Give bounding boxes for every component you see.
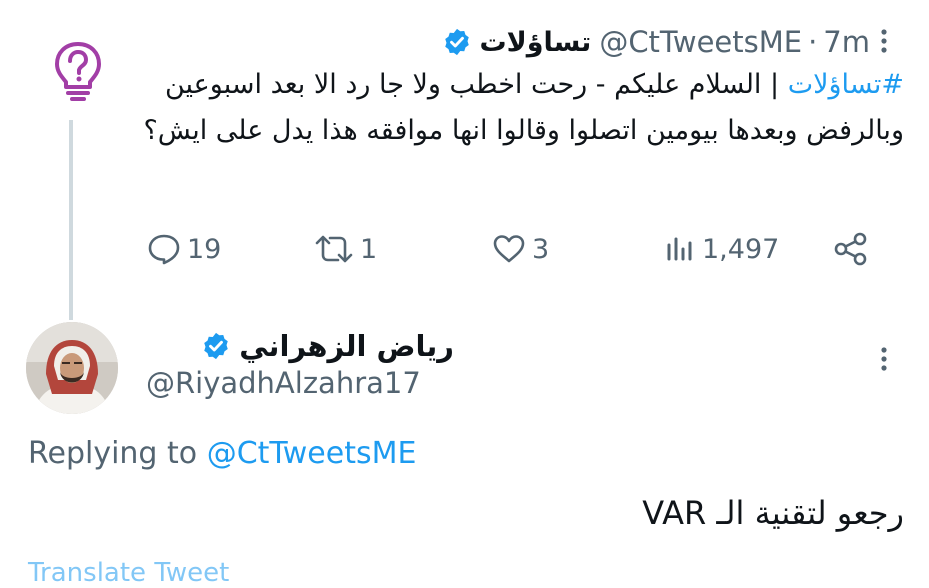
reply-author-display-name[interactable]: رياض الزهراني [239,329,454,363]
like-count: 3 [532,233,550,265]
replying-to-line: Replying to @CtTweetsME [28,436,416,471]
tweet-timestamp[interactable]: 7m [823,25,870,59]
verified-badge-icon [204,332,228,360]
share-button[interactable] [833,226,875,272]
reply-author-handle[interactable]: @RiyadhAlzahra17 [146,366,421,400]
reply-author-avatar[interactable] [26,322,118,414]
author-display-name[interactable]: تساؤلات [480,27,592,58]
more-options-icon[interactable] [870,344,898,374]
reply-author-header: رياض الزهراني [144,324,454,368]
replying-to-mention[interactable]: @CtTweetsME [207,436,417,471]
hashtag-link[interactable]: #تساؤلات [788,69,904,100]
parent-tweet-text: #تساؤلات | السلام عليكم - رحت اخطب ولا ج… [140,62,904,154]
replying-to-label: Replying to [28,436,198,471]
profile-photo [26,322,118,414]
retweet-count: 1 [360,233,378,265]
views-button[interactable]: 1,497 [664,226,779,272]
parent-tweet-header: تساؤلات @CtTweetsME · 7m [150,22,870,62]
translate-tweet-link[interactable]: Translate Tweet [28,558,229,588]
separator-dot: · [808,25,818,59]
view-count: 1,497 [702,233,780,265]
views-chart-icon [667,237,692,261]
verified-badge-icon [444,28,469,56]
reply-count: 19 [187,233,222,265]
reply-button[interactable]: 19 [147,226,221,272]
share-icon [834,232,867,266]
like-button[interactable]: 3 [492,226,549,272]
reply-tweet-text: رجعو لتقنية الـ VAR [642,494,904,532]
reply-icon [148,234,180,265]
retweet-icon [315,235,353,263]
author-handle[interactable]: @CtTweetsME [599,25,802,59]
heart-icon [493,235,525,263]
more-options-icon[interactable] [870,26,898,56]
thread-connector-line [69,120,73,320]
question-bulb-icon [55,42,101,101]
author-avatar[interactable] [36,30,120,114]
retweet-button[interactable]: 1 [314,226,377,272]
